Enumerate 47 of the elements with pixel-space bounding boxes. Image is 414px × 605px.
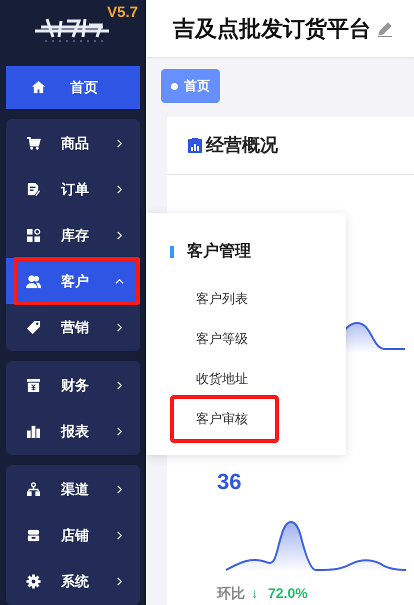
nav-item[interactable]: 系统 (6, 558, 140, 604)
submenu-title: 客户管理 (187, 241, 251, 262)
tag-icon (26, 320, 41, 334)
report-icon (187, 138, 203, 154)
accent-bar (170, 246, 174, 258)
chevron-right-icon (115, 138, 124, 148)
nav-item[interactable]: 订单 (6, 166, 140, 212)
submenu-item[interactable]: 客户等级 (170, 320, 279, 358)
users-icon (26, 274, 41, 288)
compare-value: 72.0% (268, 584, 308, 603)
chevron-right-icon (115, 484, 124, 494)
chevron-right-icon (115, 426, 124, 436)
hierarchy-icon (26, 482, 41, 496)
home-nav-item[interactable]: 首页 (6, 66, 140, 109)
page-title: 吉及点批发订货平台 (173, 15, 371, 43)
chevron-right-icon (115, 322, 124, 332)
nav-item[interactable]: 商品 (6, 120, 140, 166)
document-icon (26, 182, 41, 196)
down-arrow-icon: ↓ (251, 583, 258, 604)
chevron-right-icon (115, 530, 124, 540)
nav-item[interactable]: 营销 (6, 304, 140, 350)
grid-icon (26, 228, 41, 242)
nav-item[interactable]: 报表 (6, 408, 140, 454)
box-icon (26, 378, 41, 392)
submenu-item[interactable]: 收货地址 (170, 360, 279, 398)
cart-icon (26, 136, 41, 150)
chevron-right-icon (115, 576, 124, 586)
home-icon (31, 80, 46, 95)
metric-value: 36 (217, 468, 242, 496)
nav-item[interactable]: 库存 (6, 212, 140, 258)
chevron-right-icon (115, 184, 124, 194)
bar-chart-icon (26, 424, 41, 438)
chevron-right-icon (115, 230, 124, 240)
version-label: V5.7 (107, 3, 138, 23)
nav-item[interactable]: 店铺 (6, 512, 140, 558)
settings-icon (26, 574, 41, 588)
nav-item[interactable]: 客户 (6, 258, 140, 304)
chevron-right-icon (115, 380, 124, 390)
nav-item[interactable]: 渠道 (6, 466, 140, 512)
compare-label: 环比 (217, 584, 245, 603)
submenu-item[interactable]: 客户审核 (170, 395, 279, 443)
store-icon (26, 528, 41, 542)
edit-icon[interactable] (377, 20, 393, 36)
nav-item[interactable]: 财务 (6, 362, 140, 408)
chevron-up-icon (115, 276, 124, 286)
card-title: 经营概况 (206, 134, 278, 157)
submenu-item[interactable]: 客户列表 (170, 280, 279, 318)
